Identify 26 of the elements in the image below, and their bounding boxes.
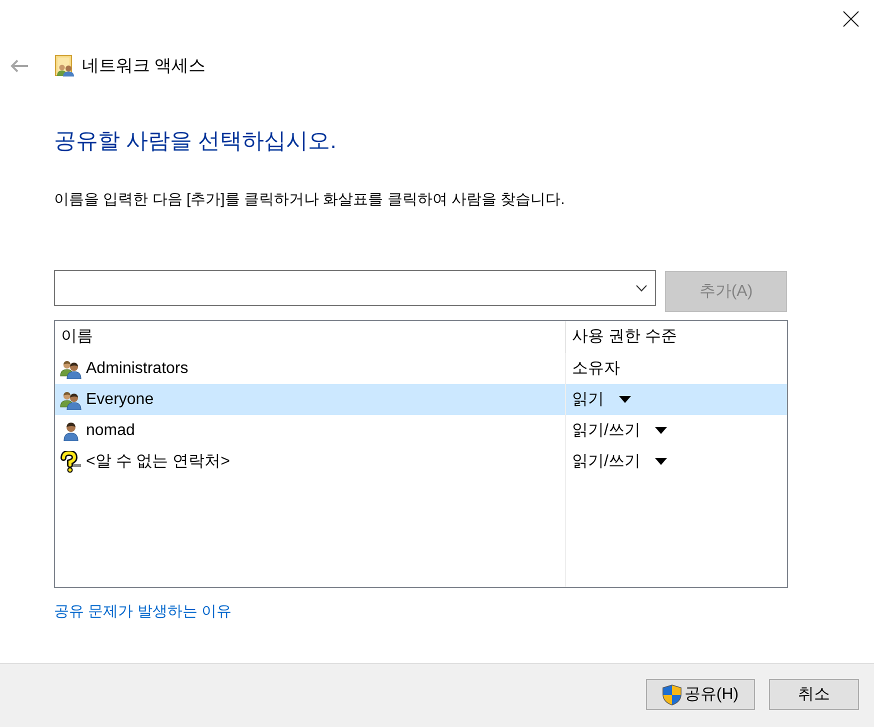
user-name: Administrators [86, 358, 188, 378]
user-name: nomad [86, 420, 135, 440]
folder-users-icon [55, 55, 75, 77]
permission-dropdown[interactable]: 읽기/쓰기 [572, 420, 668, 442]
column-header[interactable]: 사용 권한 수준 [572, 326, 677, 348]
name-combobox[interactable] [54, 270, 656, 306]
user-name: <알 수 없는 연락처> [86, 452, 230, 472]
cancel-button[interactable]: 취소 [769, 679, 859, 710]
shield-icon [662, 684, 682, 706]
permission-dropdown[interactable]: 읽기 [572, 388, 631, 410]
window-title: 네트워크 액세스 [82, 55, 206, 77]
permission-text: 소유자 [572, 358, 620, 378]
instruction-text: 이름을 입력한 다음 [추가]를 클릭하거나 화살표를 클릭하여 사람을 찾습니다. [54, 190, 566, 210]
users-icon [60, 358, 82, 378]
help-link[interactable]: 공유 문제가 발생하는 이유 [54, 601, 232, 623]
list-row[interactable]: Everyone 읽기 [55, 384, 787, 415]
column-header[interactable]: 이름 [61, 326, 93, 348]
question-mark-icon [60, 450, 82, 472]
page-heading: 공유할 사람을 선택하십시오. [54, 127, 338, 155]
chevron-down-icon [636, 284, 647, 292]
user-name: Everyone [86, 390, 154, 410]
close-icon [843, 11, 859, 27]
back-arrow-icon [10, 59, 28, 73]
permission-dropdown[interactable]: 읽기/쓰기 [572, 450, 668, 472]
users-icon [60, 390, 82, 410]
share-button[interactable]: 공유(H) [646, 679, 755, 710]
